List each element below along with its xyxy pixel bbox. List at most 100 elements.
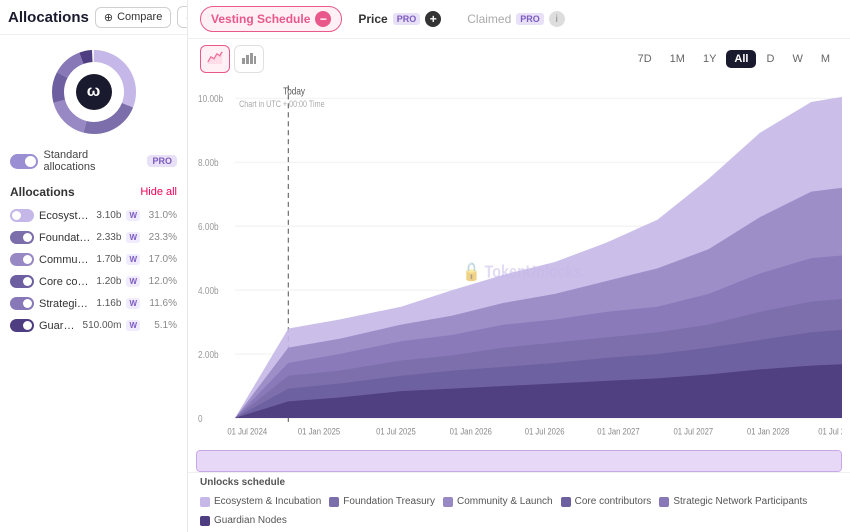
alloc-pct-1: 23.3% — [145, 232, 177, 243]
alloc-item: Ecosystem & ... 3.10b W 31.0% — [0, 205, 187, 226]
scrollbar-thumb[interactable] — [196, 450, 842, 472]
standard-allocations-toggle[interactable] — [10, 154, 38, 169]
top-nav: Vesting Schedule − Price PRO + Claimed P… — [188, 0, 850, 39]
legend-item-1: Foundation Treasury — [329, 496, 435, 507]
time-btn-1m[interactable]: 1M — [662, 50, 693, 68]
legend-label-1: Foundation Treasury — [343, 496, 435, 507]
left-header: Allocations ⊕ Compare ⬇ — [0, 0, 187, 35]
alloc-toggle-1[interactable] — [10, 231, 34, 244]
standard-allocations-row: Standard allocations PRO — [0, 145, 187, 181]
x-label-jan25: 01 Jan 2025 — [298, 426, 340, 437]
alloc-value-4: 1.16b — [96, 298, 121, 309]
time-btn-m[interactable]: M — [813, 50, 838, 68]
legend-dot-5 — [200, 516, 210, 526]
legend-label-4: Strategic Network Participants — [673, 496, 807, 507]
alloc-item: Foundation Tr... 2.33b W 23.3% — [0, 227, 187, 248]
tab-vesting-schedule[interactable]: Vesting Schedule − — [200, 6, 342, 32]
x-label-jan28: 01 Jan 2028 — [747, 426, 789, 437]
vesting-minus-icon: − — [315, 11, 331, 27]
today-label: Today — [283, 86, 305, 97]
allocations-section-header: Allocations Hide all — [0, 181, 187, 203]
x-label-jul25: 01 Jul 2025 — [376, 426, 416, 437]
tab-claimed[interactable]: Claimed PRO i — [457, 7, 575, 31]
alloc-w-badge-4: W — [126, 298, 140, 309]
legend-dot-1 — [329, 497, 339, 507]
y-label-8b: 8.00b — [198, 157, 219, 168]
alloc-value-3: 1.20b — [96, 276, 121, 287]
y-label-0: 0 — [198, 413, 203, 424]
alloc-name-1: Foundation Tr... — [39, 232, 91, 244]
alloc-value-2: 1.70b — [96, 254, 121, 265]
legend-item-3: Core contributors — [561, 496, 652, 507]
standard-allocations-label: Standard allocations — [44, 149, 142, 173]
time-btn-1y[interactable]: 1Y — [695, 50, 724, 68]
chart-scrollbar[interactable] — [196, 450, 842, 472]
time-btn-d[interactable]: D — [758, 50, 782, 68]
alloc-pct-0: 31.0% — [145, 210, 177, 221]
area-chart-icon — [207, 50, 223, 69]
x-label-jul26: 01 Jul 2026 — [525, 426, 565, 437]
alloc-toggle-5[interactable] — [10, 319, 34, 332]
legend-item-2: Community & Launch — [443, 496, 553, 507]
download-button[interactable]: ⬇ — [177, 6, 188, 28]
legend-items: Ecosystem & Incubation Foundation Treasu… — [200, 496, 838, 526]
alloc-name-4: Strategic Net... — [39, 298, 91, 310]
x-label-jul27: 01 Jul 2027 — [673, 426, 713, 437]
alloc-w-badge-1: W — [126, 232, 140, 243]
hide-all-button[interactable]: Hide all — [140, 186, 177, 198]
legend-title: Unlocks schedule — [200, 477, 285, 488]
compare-button[interactable]: ⊕ Compare — [95, 7, 171, 28]
alloc-pct-5: 5.1% — [145, 320, 177, 331]
x-label-jan27: 01 Jan 2027 — [597, 426, 639, 437]
time-btn-w[interactable]: W — [784, 50, 810, 68]
claimed-label: Claimed — [467, 12, 511, 26]
alloc-name-2: Community & ... — [39, 254, 91, 266]
tab-price[interactable]: Price PRO + — [348, 7, 451, 31]
chart-legend: Unlocks schedule Ecosystem & Incubation … — [188, 472, 850, 532]
pro-badge: PRO — [147, 155, 177, 167]
allocations-section-title: Allocations — [10, 185, 75, 199]
alloc-w-badge-2: W — [126, 254, 140, 265]
price-pro-badge: PRO — [393, 13, 421, 25]
donut-chart-area: ω — [0, 35, 187, 145]
price-label: Price — [358, 12, 387, 26]
alloc-pct-3: 12.0% — [145, 276, 177, 287]
legend-item-5: Guardian Nodes — [200, 515, 287, 526]
alloc-item: Core contribu... 1.20b W 12.0% — [0, 271, 187, 292]
legend-label-5: Guardian Nodes — [214, 515, 287, 526]
alloc-w-badge-5: W — [126, 320, 140, 331]
alloc-toggle-4[interactable] — [10, 297, 34, 310]
legend-item-0: Ecosystem & Incubation — [200, 496, 321, 507]
time-btn-7d[interactable]: 7D — [630, 50, 660, 68]
chart-time-label: Chart in UTC + 00:00 Time — [239, 99, 325, 109]
page-title: Allocations — [8, 9, 89, 26]
time-btn-all[interactable]: All — [726, 50, 756, 68]
alloc-value-0: 3.10b — [96, 210, 121, 221]
legend-dot-4 — [659, 497, 669, 507]
alloc-name-5: Guardian Nod... — [39, 320, 78, 332]
legend-dot-2 — [443, 497, 453, 507]
x-label-jul24: 01 Jul 2024 — [227, 426, 267, 437]
alloc-value-5: 510.00m — [83, 320, 122, 331]
alloc-w-badge-3: W — [126, 276, 140, 287]
main-chart-svg: 10.00b 8.00b 6.00b 4.00b 2.00b 0 Today C… — [196, 79, 842, 450]
right-panel: Vesting Schedule − Price PRO + Claimed P… — [188, 0, 850, 532]
alloc-pct-2: 17.0% — [145, 254, 177, 265]
area-chart-button[interactable] — [200, 45, 230, 73]
time-range-buttons: 7D1M1YAllDWM — [630, 50, 838, 68]
alloc-toggle-2[interactable] — [10, 253, 34, 266]
alloc-toggle-3[interactable] — [10, 275, 34, 288]
bar-chart-button[interactable] — [234, 45, 264, 73]
alloc-item: Guardian Nod... 510.00m W 5.1% — [0, 315, 187, 336]
alloc-toggle-0[interactable] — [10, 209, 34, 222]
chart-toolbar: 7D1M1YAllDWM — [188, 39, 850, 79]
claimed-info-icon: i — [549, 11, 565, 27]
legend-dot-3 — [561, 497, 571, 507]
token-logo: ω — [76, 74, 112, 110]
legend-dot-0 — [200, 497, 210, 507]
y-label-10b: 10.00b — [198, 93, 223, 104]
x-label-jul20: 01 Jul 20 — [818, 426, 842, 437]
vesting-schedule-label: Vesting Schedule — [211, 12, 310, 26]
alloc-w-badge-0: W — [126, 210, 140, 221]
y-label-4b: 4.00b — [198, 285, 219, 296]
